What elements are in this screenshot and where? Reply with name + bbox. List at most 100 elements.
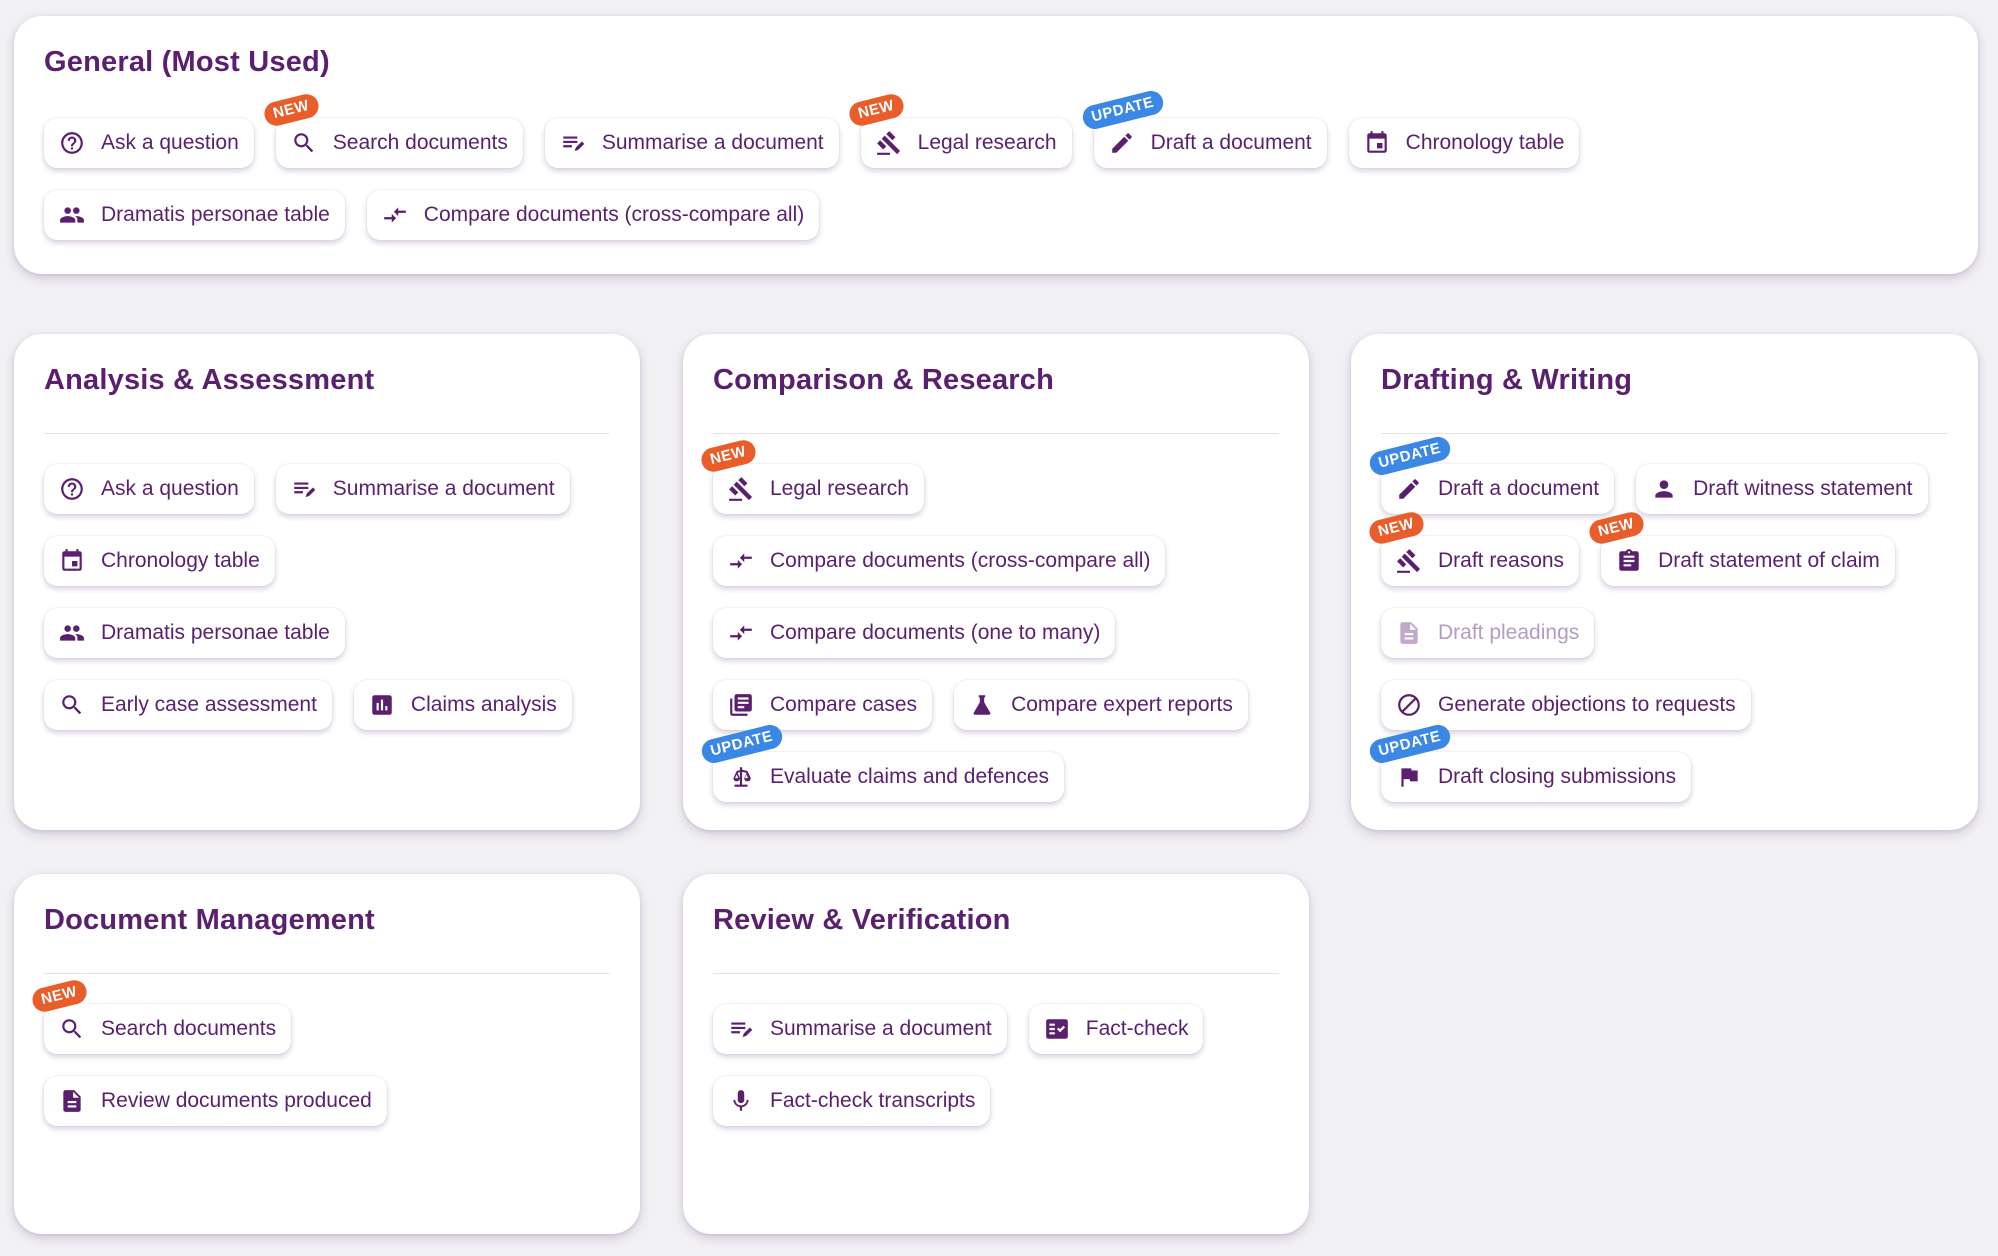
dramatis-personae-table-button[interactable]: Dramatis personae table [44, 608, 345, 658]
review-documents-produced-button[interactable]: Review documents produced [44, 1076, 387, 1126]
early-case-assessment-button[interactable]: Early case assessment [44, 680, 332, 730]
search-documents-button[interactable]: Search documents NEW [29, 977, 292, 1054]
chip-row: Fact-check transcripts [713, 1076, 1203, 1126]
chip-label: Legal research [770, 477, 909, 500]
compare-documents-one-to-many-button[interactable]: Compare documents (one to many) [713, 608, 1116, 658]
comparison-title: Comparison & Research [713, 364, 1055, 396]
new-badge: NEW [846, 91, 906, 129]
chip-row: Draft reasons NEW Draft statement of claim… [1366, 509, 1928, 586]
chip-row: Review documents produced [44, 1076, 387, 1126]
review-title: Review & Verification [713, 904, 1011, 936]
draft-statement-of-claim-button[interactable]: Draft statement of claim NEW [1586, 509, 1895, 586]
document-icon [1396, 620, 1422, 646]
fact-check-transcripts-button[interactable]: Fact-check transcripts [713, 1076, 991, 1126]
comparison-card: Comparison & Research Legal research NEW … [683, 334, 1309, 830]
gavel-icon [876, 130, 902, 156]
fact-check-button[interactable]: Fact-check [1028, 1004, 1204, 1054]
compare-arrows-icon [728, 620, 754, 646]
ask-a-question-button[interactable]: Ask a question [44, 118, 254, 168]
legal-research-button[interactable]: Legal research NEW [698, 437, 924, 514]
person-icon [1651, 476, 1677, 502]
chip-label: Legal research [917, 131, 1057, 154]
drafting-card: Drafting & Writing Draft a document UPDAT… [1351, 334, 1978, 830]
chip-label: Early case assessment [101, 693, 317, 716]
chip-row: Draft pleadings [1381, 608, 1928, 658]
chip-label: Summarise a document [601, 131, 824, 154]
docmgmt-chips: Search documents NEW Review documents pro… [29, 977, 387, 1148]
chip-label: Ask a question [101, 477, 239, 500]
draft-a-document-button[interactable]: Draft a document UPDATE [1367, 434, 1615, 514]
chip-label: Compare expert reports [1011, 693, 1233, 716]
dramatis-personae-table-button[interactable]: Dramatis personae table [44, 190, 345, 240]
chip-label: Generate objections to requests [1438, 693, 1736, 716]
docmgmt-title: Document Management [44, 904, 375, 936]
summarise-a-document-button[interactable]: Summarise a document [713, 1004, 1007, 1054]
update-badge: UPDATE [1367, 434, 1453, 478]
search-documents-button[interactable]: Search documents NEW [261, 91, 523, 168]
chip-row: Dramatis personae table Compare documents… [44, 190, 1579, 240]
compare-arrows-icon [728, 548, 754, 574]
chip-label: Compare documents (cross-compare all) [423, 203, 805, 226]
compare-expert-reports-button[interactable]: Compare expert reports [954, 680, 1248, 730]
chip-row: Early case assessment Claims analysis [44, 680, 572, 730]
chronology-table-button[interactable]: Chronology table [1348, 118, 1580, 168]
people-icon [59, 202, 85, 228]
compare-documents-cross-compare-all-button[interactable]: Compare documents (cross-compare all) [713, 536, 1166, 586]
compare-documents-cross-compare-all-button[interactable]: Compare documents (cross-compare all) [366, 190, 820, 240]
chip-label: Compare documents (cross-compare all) [770, 549, 1151, 572]
summarise-icon [728, 1016, 754, 1042]
legal-research-button[interactable]: Legal research NEW [846, 91, 1072, 168]
chip-row: Summarise a document Fact-check [713, 1004, 1204, 1054]
clipboard-icon [1616, 548, 1642, 574]
microphone-icon [728, 1088, 754, 1114]
new-badge: NEW [29, 977, 89, 1015]
summarise-icon [291, 476, 317, 502]
chip-label: Draft a document [1438, 477, 1600, 500]
claims-analysis-button[interactable]: Claims analysis [353, 680, 572, 730]
compare-cases-button[interactable]: Compare cases [713, 680, 933, 730]
library-books-icon [728, 692, 754, 718]
chip-label: Claims analysis [410, 693, 557, 716]
chip-label: Fact-check [1085, 1017, 1189, 1040]
chip-label: Summarise a document [770, 1017, 992, 1040]
drafting-chips: Draft a document UPDATE Draft witness stat… [1366, 434, 1928, 824]
chip-label: Dramatis personae table [101, 621, 330, 644]
search-icon [59, 1016, 85, 1042]
search-icon [59, 692, 85, 718]
general-title: General (Most Used) [44, 46, 330, 78]
drafting-divider [1381, 433, 1948, 434]
chip-row: Search documents NEW [29, 977, 387, 1054]
review-divider [713, 973, 1279, 974]
docmgmt-divider [44, 973, 610, 974]
docmgmt-card: Document Management Search documents NEW … [14, 874, 640, 1234]
pencil-icon [1396, 476, 1422, 502]
ask-a-question-button[interactable]: Ask a question [44, 464, 254, 514]
chip-label: Draft reasons [1438, 549, 1565, 572]
chip-label: Chronology table [101, 549, 260, 572]
gavel-icon [728, 476, 754, 502]
new-badge: NEW [698, 437, 758, 475]
evaluate-claims-and-defences-button[interactable]: Evaluate claims and defences UPDATE [699, 722, 1064, 802]
chip-row: Generate objections to requests [1381, 680, 1928, 730]
generate-objections-to-requests-button[interactable]: Generate objections to requests [1381, 680, 1751, 730]
chip-row: Evaluate claims and defences UPDATE [699, 722, 1248, 802]
chip-row: Draft closing submissions UPDATE [1367, 722, 1928, 802]
people-icon [59, 620, 85, 646]
chip-row: Compare cases Compare expert reports [713, 680, 1248, 730]
draft-witness-statement-button[interactable]: Draft witness statement [1636, 464, 1928, 514]
analysis-chips: Ask a question Summarise a document Chron… [44, 464, 572, 752]
draft-closing-submissions-button[interactable]: Draft closing submissions UPDATE [1367, 722, 1692, 802]
chip-label: Dramatis personae table [101, 203, 330, 226]
chronology-table-button[interactable]: Chronology table [44, 536, 275, 586]
summarise-a-document-button[interactable]: Summarise a document [544, 118, 839, 168]
chip-row: Dramatis personae table [44, 608, 572, 658]
search-icon [291, 130, 317, 156]
chip-label: Draft a document [1150, 131, 1312, 154]
bar-chart-icon [369, 692, 395, 718]
compare-arrows-icon [382, 202, 408, 228]
new-badge: NEW [261, 91, 321, 129]
draft-a-document-button[interactable]: Draft a document UPDATE [1079, 88, 1327, 168]
analysis-card: Analysis & Assessment Ask a question Summ… [14, 334, 640, 830]
summarise-a-document-button[interactable]: Summarise a document [275, 464, 570, 514]
draft-reasons-button[interactable]: Draft reasons NEW [1366, 509, 1580, 586]
